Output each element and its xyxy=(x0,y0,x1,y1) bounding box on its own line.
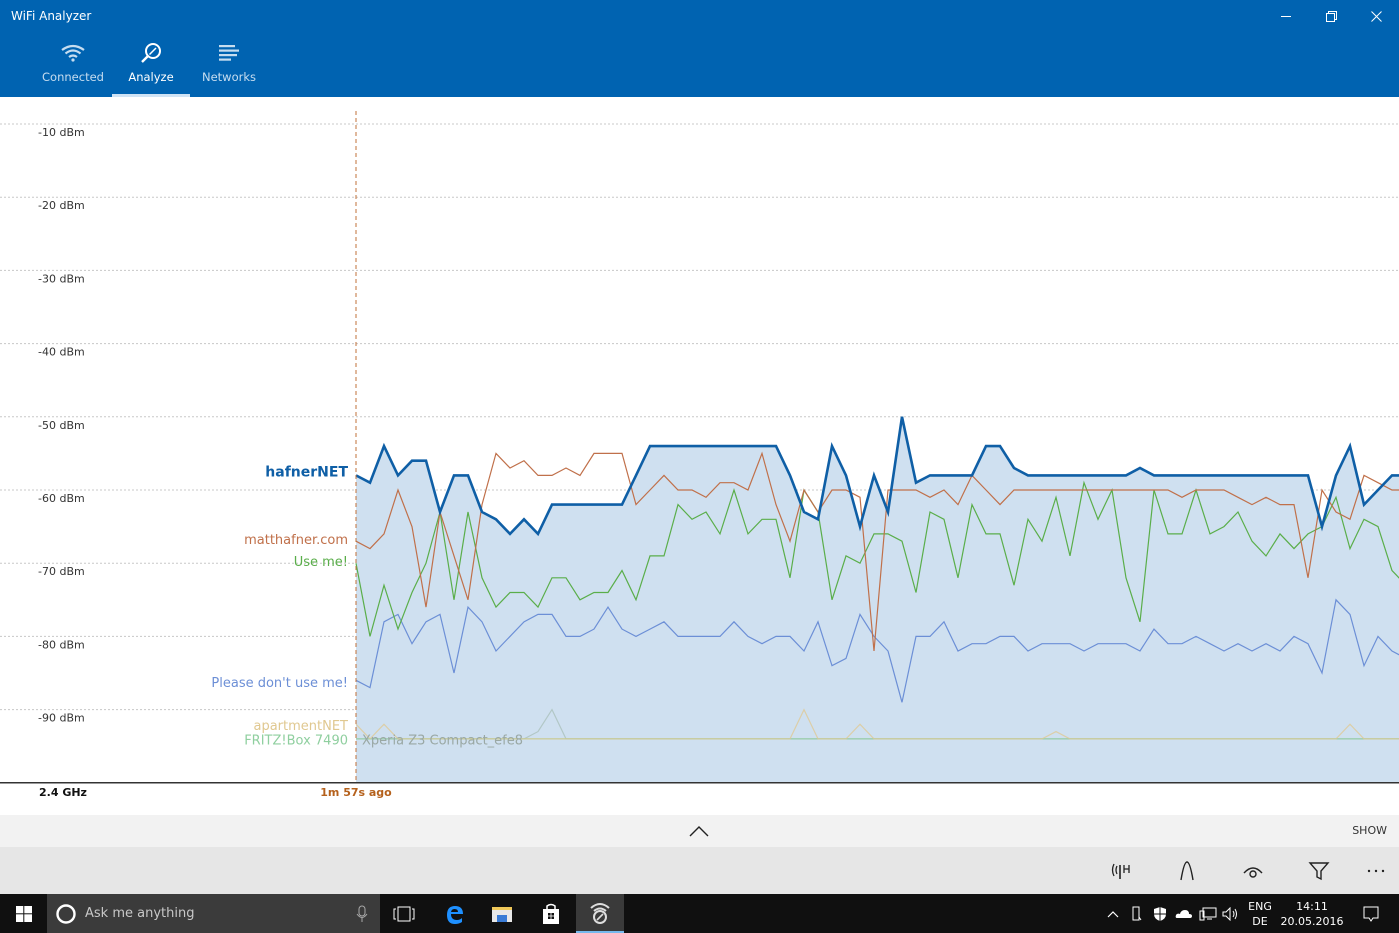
time-marker-label: 1m 57s ago xyxy=(320,786,392,799)
command-bar xyxy=(0,847,1399,894)
clock-date: 20.05.2016 xyxy=(1280,914,1344,928)
eye-icon xyxy=(1243,867,1263,878)
windows-logo-icon xyxy=(16,905,32,922)
wifi-analyzer-app-icon xyxy=(590,902,610,924)
more-button[interactable] xyxy=(1364,859,1388,883)
signal-tower-button[interactable] xyxy=(1110,859,1134,883)
microphone-icon[interactable] xyxy=(356,905,368,923)
y-tick-label: -50 dBm xyxy=(38,419,85,432)
clock-time: 14:11 xyxy=(1296,899,1328,913)
channel-curve-icon xyxy=(1180,861,1194,881)
app-title: WiFi Analyzer xyxy=(11,9,92,23)
search-placeholder: Ask me anything xyxy=(85,906,195,921)
y-tick-label: -30 dBm xyxy=(38,272,85,285)
language-bottom: DE xyxy=(1252,914,1268,928)
filter-icon xyxy=(1308,862,1330,881)
y-tick-label: -90 dBm xyxy=(38,712,85,725)
y-tick-label: -40 dBm xyxy=(38,346,85,359)
chevron-up-icon xyxy=(689,826,709,837)
y-tick-label: -20 dBm xyxy=(38,199,85,212)
main-nav: Connected Analyze Networks xyxy=(34,38,268,97)
filter-button[interactable] xyxy=(1307,859,1331,883)
taskbar: Ask me anything ENG DE 14:11 20.05.2016 xyxy=(0,894,1399,933)
expand-button[interactable] xyxy=(689,822,709,841)
more-icon xyxy=(1367,869,1385,873)
restore-icon xyxy=(1325,10,1337,22)
cloud-icon xyxy=(1175,909,1192,918)
title-bar: WiFi Analyzer Connected Analyze Networks xyxy=(0,0,1399,97)
series-label-hafnernet[interactable]: hafnerNET xyxy=(265,465,348,481)
minimize-icon xyxy=(1281,15,1291,17)
shield-icon xyxy=(1154,906,1166,921)
eye-button[interactable] xyxy=(1241,859,1265,883)
series-label-fritz-box-7490[interactable]: FRITZ!Box 7490 xyxy=(244,734,348,749)
y-tick-label: -60 dBm xyxy=(38,492,85,505)
tab-networks-label: Networks xyxy=(201,70,256,84)
signal-chart: -10 dBm -20 dBm -30 dBm -40 dBm -50 dBm -60 d… xyxy=(0,97,1399,815)
usb-tray-button[interactable] xyxy=(1128,894,1146,933)
usb-device-icon xyxy=(1132,906,1142,920)
series-fill-0 xyxy=(356,416,1399,783)
wifi-icon xyxy=(61,44,85,62)
y-tick-label: -70 dBm xyxy=(38,565,85,578)
details-footer: SHOW xyxy=(0,815,1399,847)
series-label-matthafner-com[interactable]: matthafner.com xyxy=(244,533,348,548)
language-indicator[interactable]: ENG DE xyxy=(1244,894,1276,933)
speaker-icon xyxy=(1222,906,1237,921)
series-label-xperia-z3-compact-efe8[interactable]: Xperia Z3 Compact_efe8 xyxy=(362,734,523,749)
close-button[interactable] xyxy=(1353,0,1399,32)
file-explorer-button[interactable] xyxy=(478,894,526,933)
minimize-button[interactable] xyxy=(1263,0,1309,32)
defender-tray-button[interactable] xyxy=(1151,894,1169,933)
y-tick-label: -10 dBm xyxy=(38,126,85,139)
series-label-please-don-t-use-me-[interactable]: Please don't use me! xyxy=(211,676,348,691)
start-button[interactable] xyxy=(0,894,48,933)
show-hidden-icons-button[interactable] xyxy=(1104,894,1122,933)
series-label-apartmentnet[interactable]: apartmentNET xyxy=(253,719,348,734)
channel-curve-button[interactable] xyxy=(1175,859,1199,883)
list-icon xyxy=(219,45,239,61)
folder-icon xyxy=(492,906,512,922)
network-tray-button[interactable] xyxy=(1198,894,1218,933)
chevron-up-tray-icon xyxy=(1107,910,1119,917)
close-icon xyxy=(1370,10,1382,22)
tab-connected-label: Connected xyxy=(42,70,104,84)
band-label: 2.4 GHz xyxy=(39,786,87,799)
edge-browser-button[interactable] xyxy=(430,894,478,933)
store-icon xyxy=(543,903,559,924)
volume-tray-button[interactable] xyxy=(1220,894,1240,933)
signal-chart-svg: -10 dBm -20 dBm -30 dBm -40 dBm -50 dBm -60 d… xyxy=(0,111,1399,799)
network-icon xyxy=(1199,907,1217,920)
store-button[interactable] xyxy=(527,894,575,933)
series-label-use-me-[interactable]: Use me! xyxy=(294,555,348,570)
tab-analyze-label: Analyze xyxy=(128,70,174,84)
wifi-analyzer-taskbar-button[interactable] xyxy=(576,894,624,933)
onedrive-tray-button[interactable] xyxy=(1174,894,1194,933)
magnifier-icon xyxy=(141,43,161,63)
tab-connected[interactable]: Connected xyxy=(34,38,112,97)
y-tick-label: -80 dBm xyxy=(38,638,85,651)
task-view-icon xyxy=(393,906,415,921)
signal-tower-icon xyxy=(1111,863,1130,879)
tab-networks[interactable]: Networks xyxy=(190,38,268,97)
task-view-button[interactable] xyxy=(380,894,428,933)
cortana-search-box[interactable]: Ask me anything xyxy=(47,894,380,933)
notification-icon xyxy=(1363,906,1379,922)
show-button[interactable]: SHOW xyxy=(1352,824,1387,837)
clock[interactable]: 14:11 20.05.2016 xyxy=(1280,894,1344,933)
cortana-icon xyxy=(56,903,76,924)
restore-button[interactable] xyxy=(1308,0,1354,32)
action-center-button[interactable] xyxy=(1356,894,1386,933)
language-top: ENG xyxy=(1248,899,1272,913)
edge-icon xyxy=(447,905,463,924)
tab-analyze[interactable]: Analyze xyxy=(112,38,190,97)
